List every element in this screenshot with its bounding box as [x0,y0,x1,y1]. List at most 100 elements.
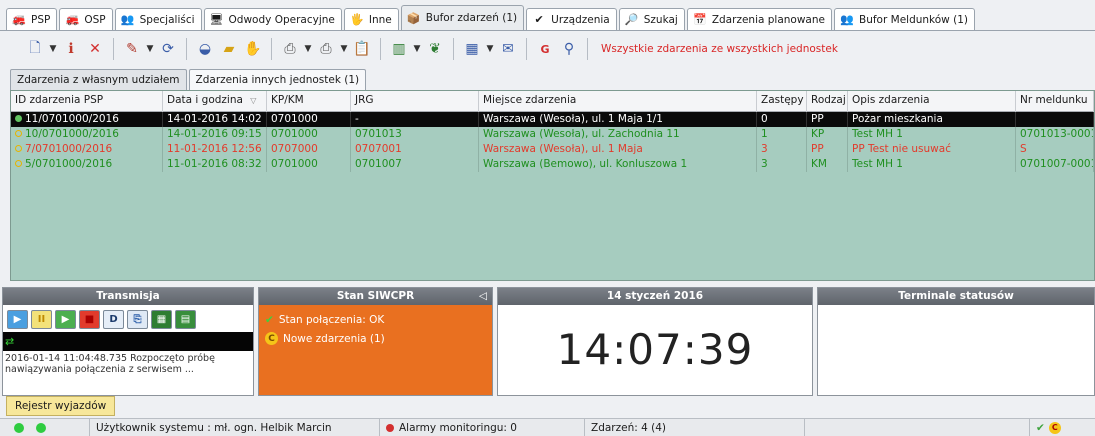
tab-divider [0,30,1095,31]
toolbar-separator [380,38,381,60]
stop-button[interactable]: ■ [79,310,100,329]
check-icon: ✔ [534,13,544,26]
clock-time: 14:07:39 [556,325,754,374]
tab-szukaj[interactable]: 🔎 Szukaj [618,8,685,30]
alarm-dot-icon [386,423,394,432]
terminal-button[interactable]: ▦ [151,310,172,329]
table-row[interactable]: 5/0701000/2016 11-01-2016 08:32 0701000 … [11,157,1094,172]
hand-icon[interactable]: ✋ [242,38,264,60]
search-icon[interactable]: ⚲ [558,38,580,60]
pause-button[interactable]: II [31,310,52,329]
globe-icon[interactable]: ◒ [194,38,216,60]
chevron-down-icon[interactable]: ▼ [48,38,58,60]
people-icon: 👥 [120,13,135,26]
resume-button[interactable]: ▶ [55,310,76,329]
check-icon: ✔ [1036,421,1045,434]
info-icon[interactable]: ℹ [60,38,82,60]
main-tab-strip: 🚒 PSP 🚒 OSP 👥 Specjaliści 🖥 Odwody Operacyjn… [6,4,975,30]
terminals-panel: Terminale statusów [817,287,1095,396]
delete-icon[interactable]: ✕ [84,38,106,60]
copy-button[interactable]: ⎘ [127,310,148,329]
column-header-rodzaj[interactable]: Rodzaj [807,91,848,112]
rejestr-wyjazdow-button[interactable]: Rejestr wyjazdów [6,396,116,416]
clock-date: 14 styczeń 2016 [498,288,812,305]
table-row[interactable]: 7/0701000/2016 11-01-2016 12:56 0707000 … [11,142,1094,157]
chevron-down-icon[interactable]: ▼ [485,38,495,60]
current-user: Użytkownik systemu : mł. ogn. Helbik Mar… [90,418,380,436]
tab-own-events[interactable]: Zdarzenia z własnym udziałem [10,69,187,90]
transmisja-panel: Transmisja ▶ II ▶ ■ D ⎘ ▦ ▤ ⇄ 2016-01-14… [2,287,254,396]
status-dot-icon [15,115,22,122]
toolbar-separator [271,38,272,60]
status-icons: ✔ C [1030,419,1067,436]
column-header-id[interactable]: ID zdarzenia PSP [11,91,163,112]
table-icon[interactable]: ▦ [461,38,483,60]
log-button[interactable]: ▤ [175,310,196,329]
tab-zdarzenia-planowane[interactable]: 📅 Zdarzenia planowane [686,8,832,30]
google-icon[interactable]: G [534,38,556,60]
edit-document-icon[interactable]: ✎ [121,38,143,60]
chevron-down-icon[interactable]: ▼ [145,38,155,60]
tab-bufor-meldunkow[interactable]: 👥 Bufor Meldunków (1) [834,8,975,30]
all-events-filter-label[interactable]: Wszystkie zdarzenia ze wszystkich jednos… [601,43,838,55]
table-row[interactable]: 10/0701000/2016 14-01-2016 09:15 0701000… [11,127,1094,142]
alarms-status[interactable]: Alarmy monitoringu: 0 [380,418,585,436]
column-header-jrg[interactable]: JRG [351,91,479,112]
magnifier-icon: 🔎 [624,13,639,26]
refresh-icon[interactable]: ⟳ [157,38,179,60]
people-icon: 👥 [840,13,854,26]
column-header-kpkm[interactable]: KP/KM [267,91,351,112]
column-header-zastepy[interactable]: Zastępy [757,91,807,112]
toolbar-separator [587,38,588,60]
connection-ok-icon [14,422,24,433]
play-button[interactable]: ▶ [7,310,28,329]
chevron-down-icon[interactable]: ▼ [303,38,313,60]
terminals-title: Terminale statusów [818,288,1094,305]
debug-button[interactable]: D [103,310,124,329]
tab-inne[interactable]: 🖐 Inne [343,8,399,30]
toolbar-separator [186,38,187,60]
mail-icon[interactable]: ✉ [497,38,519,60]
tab-odwody-operacyjne[interactable]: 🖥 Odwody Operacyjne [203,8,342,30]
transmisja-title: Transmisja [3,288,253,305]
status-dot-icon [15,160,22,167]
tab-urzadzenia[interactable]: ✔ Urządzenia [526,8,617,30]
box-icon: 📦 [406,11,421,25]
connection-indicators [0,418,90,436]
column-header-date[interactable]: Data i godzina ▽ [163,91,267,112]
mute-icon[interactable]: ◁ [479,288,487,305]
toolbar: 🗋 ▼ ℹ ✕ ✎ ▼ ⟳ ◒ ▰ ✋ ⎙ ▼ ⎙ ▼ 📋 ▥ ▼ ❦ ▦ ▼ … [0,34,1095,64]
toolbar-separator [113,38,114,60]
tab-specjalisci[interactable]: 👥 Specjaliści [114,8,202,30]
sync-icon: ⇄ [5,335,15,348]
tab-bufor-zdarzen[interactable]: 📦 Bufor zdarzeń (1) [400,5,525,30]
toolbar-separator [453,38,454,60]
folder-icon[interactable]: ▰ [218,38,240,60]
column-header-opis[interactable]: Opis zdarzenia [848,91,1016,112]
leaf-icon[interactable]: ❦ [424,38,446,60]
clipboard-icon[interactable]: 📋 [351,38,373,60]
tab-other-units-events[interactable]: Zdarzenia innych jednostek (1) [188,69,367,90]
monitor-icon: 🖥 [209,13,224,26]
print-icon[interactable]: ⎙ [279,38,301,60]
sort-indicator-icon: ▽ [250,96,257,105]
new-events-status[interactable]: C Nowe zdarzenia (1) [259,329,492,348]
chart-icon[interactable]: ▥ [388,38,410,60]
new-document-icon[interactable]: 🗋 [24,38,46,60]
check-icon: ✔ [265,314,274,326]
chevron-down-icon[interactable]: ▼ [412,38,422,60]
column-header-nr-meldunku[interactable]: Nr meldunku [1016,91,1094,112]
column-header-place[interactable]: Miejsce zdarzenia [479,91,757,112]
table-row[interactable]: 11/0701000/2016 14-01-2016 14:02 0701000… [11,112,1094,127]
chevron-down-icon[interactable]: ▼ [339,38,349,60]
status-dot-icon [15,145,22,152]
print-preview-icon[interactable]: ⎙ [315,38,337,60]
alert-c-icon: C [265,332,278,345]
status-bar: Użytkownik systemu : mł. ogn. Helbik Mar… [0,418,1095,436]
tab-psp[interactable]: 🚒 PSP [6,8,58,30]
clock-panel: 14 styczeń 2016 14:07:39 [497,287,813,396]
transmisja-log: 2016-01-14 11:04:48.735 Rozpoczęto próbę… [5,353,215,375]
tab-osp[interactable]: 🚒 OSP [59,8,113,30]
siwcpr-panel: Stan SIWCPR ◁ ✔ Stan połączenia: OK C Nowe … [258,287,493,396]
calendar-icon: 📅 [692,13,707,26]
